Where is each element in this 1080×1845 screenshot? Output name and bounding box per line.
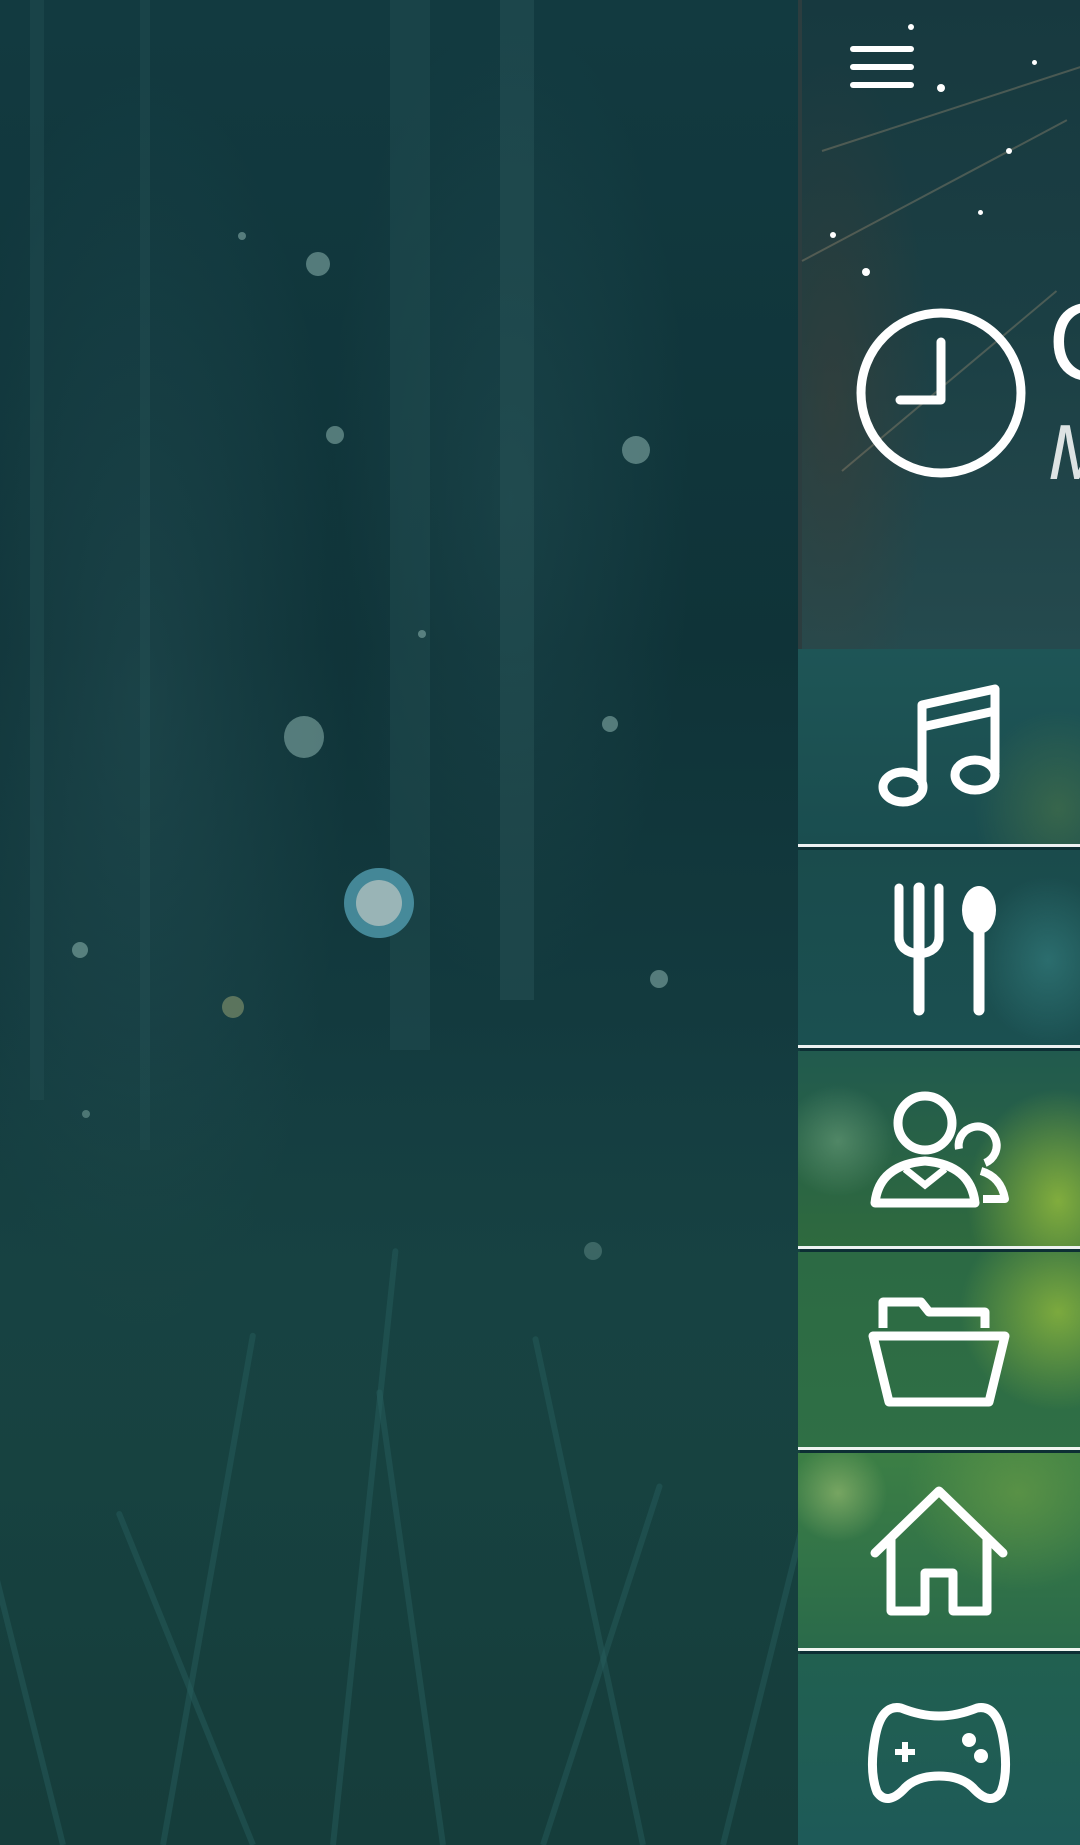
clock-icon [856, 308, 1026, 478]
music-note-icon [878, 684, 1000, 806]
dimmed-background[interactable] [0, 0, 800, 1845]
people-icon [870, 1091, 1009, 1207]
menu-item-restaurant[interactable] [798, 850, 1080, 1048]
clock-title: C [1048, 288, 1080, 398]
gamepad-icon [867, 1702, 1011, 1803]
folder-icon [868, 1297, 1010, 1406]
fork-spoon-icon [894, 882, 996, 1015]
hamburger-menu-button[interactable] [848, 40, 916, 108]
menu-item-files[interactable] [798, 1252, 1080, 1450]
menu-item-home[interactable] [798, 1453, 1080, 1651]
menu-item-games[interactable] [798, 1654, 1080, 1845]
home-icon [870, 1486, 1008, 1615]
menu-item-contacts[interactable] [798, 1051, 1080, 1249]
drawer-menu-list [798, 649, 1080, 1845]
drawer-header: C M [798, 0, 1080, 649]
clock-subtitle: M [1048, 412, 1080, 492]
menu-item-music[interactable] [798, 649, 1080, 847]
navigation-drawer: C M [798, 0, 1080, 1845]
